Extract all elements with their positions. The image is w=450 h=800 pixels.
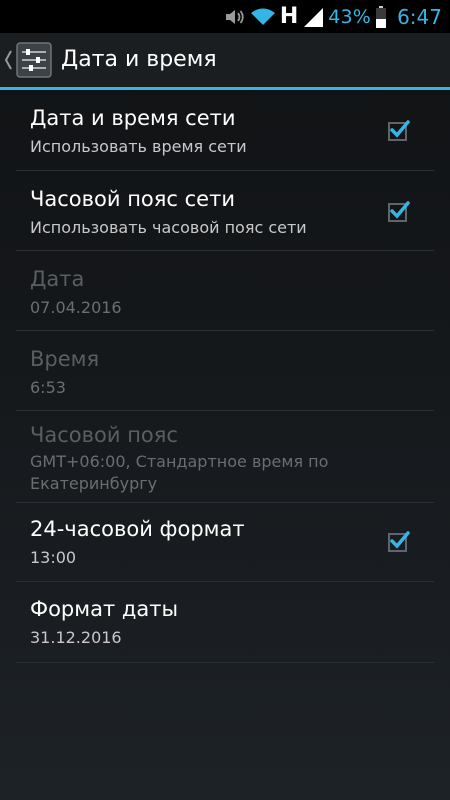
- pref-summary: Использовать время сети: [30, 137, 247, 156]
- pref-summary: 6:53: [30, 378, 66, 397]
- network-type-label: H: [279, 4, 299, 29]
- checkbox-checked-icon[interactable]: [388, 119, 410, 141]
- pref-title: Дата и время сети: [30, 106, 236, 130]
- pref-title: 24-часовой формат: [30, 517, 245, 541]
- pref-timezone: Часовой пояс GMT+06:00, Стандартное врем…: [16, 411, 434, 503]
- status-time: 6:47: [397, 4, 442, 29]
- pref-24-hour-format[interactable]: 24-часовой формат 13:00: [16, 503, 434, 582]
- signal-icon: [302, 6, 324, 28]
- action-bar: Дата и время: [0, 33, 450, 90]
- status-bar: H 43% 6:47: [0, 0, 450, 33]
- pref-date: Дата 07.04.2016: [16, 251, 434, 331]
- checkbox-checked-icon[interactable]: [388, 530, 410, 552]
- back-chevron-icon[interactable]: [3, 48, 13, 72]
- pref-title: Время: [30, 347, 100, 371]
- status-icons: H 43% 6:47: [224, 0, 442, 33]
- battery-percent: 43%: [328, 5, 372, 28]
- checkbox-checked-icon[interactable]: [388, 200, 410, 222]
- volume-icon: [224, 7, 246, 27]
- wifi-icon: [250, 7, 276, 27]
- pref-summary: 07.04.2016: [30, 298, 122, 317]
- pref-summary: 13:00: [30, 548, 77, 567]
- pref-title: Часовой пояс сети: [30, 187, 235, 211]
- pref-summary: GMT+06:00, Стандартное время по Екатерин…: [30, 452, 329, 493]
- pref-date-format[interactable]: Формат даты 31.12.2016: [16, 582, 434, 663]
- settings-sliders-icon[interactable]: [16, 42, 52, 78]
- pref-title: Формат даты: [30, 597, 179, 621]
- pref-title: Часовой пояс: [30, 423, 178, 447]
- pref-time: Время 6:53: [16, 331, 434, 411]
- pref-summary: 31.12.2016: [30, 628, 122, 647]
- pref-summary: Использовать часовой пояс сети: [30, 218, 307, 237]
- pref-title: Дата: [30, 267, 85, 291]
- pref-network-timezone[interactable]: Часовой пояс сети Использовать часовой п…: [16, 171, 434, 251]
- battery-icon: [375, 5, 387, 28]
- pref-network-date-time[interactable]: Дата и время сети Использовать время сет…: [16, 90, 434, 171]
- page-title: Дата и время: [61, 47, 217, 72]
- preference-list: Дата и время сети Использовать время сет…: [0, 90, 450, 663]
